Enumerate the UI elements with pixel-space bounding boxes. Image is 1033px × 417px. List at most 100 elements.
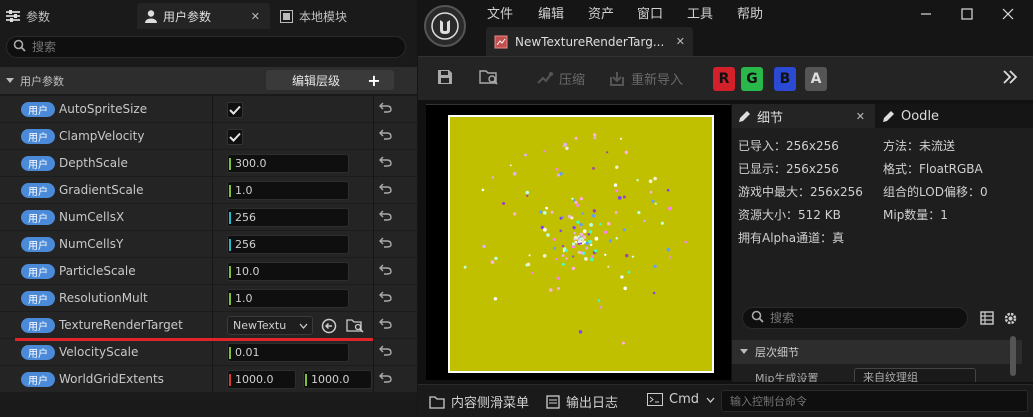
param-value-field[interactable]: 1.0 [227, 289, 349, 308]
mip-gen-label: Mip生成设置 [755, 372, 819, 382]
user-badge: 用户 [21, 291, 55, 306]
menu-window[interactable]: 窗口 [637, 3, 663, 22]
compress-label: 压缩 [559, 73, 586, 88]
param-value-field[interactable]: 0.01 [227, 343, 349, 362]
table-view-icon[interactable] [980, 311, 994, 328]
menu-edit[interactable]: 编辑 [538, 3, 564, 22]
content-drawer-button[interactable]: 内容侧滑菜单 [429, 392, 529, 411]
reset-to-default-icon[interactable] [379, 182, 392, 198]
search-input[interactable] [32, 40, 372, 54]
param-row[interactable]: 用户 ParticleScale 10.0 [0, 258, 417, 285]
tab-parameters[interactable]: 参数 [6, 3, 50, 29]
details-search[interactable] [742, 307, 968, 329]
menu-tools[interactable]: 工具 [687, 3, 713, 22]
param-row[interactable]: 用户 VelocityScale 0.01 [0, 339, 417, 366]
column-divider [212, 96, 213, 123]
close-icon[interactable]: ✕ [856, 110, 865, 123]
edit-hierarchy-button[interactable]: 编辑层级 [266, 70, 366, 90]
save-icon[interactable] [437, 69, 453, 85]
minimize-icon[interactable] [920, 8, 932, 24]
particle-dot [572, 255, 575, 258]
category-header[interactable]: 用户参数 编辑层级 + [0, 67, 417, 94]
use-selected-icon[interactable] [321, 318, 337, 337]
output-log-button[interactable]: 输出日志 [546, 392, 618, 411]
reset-to-default-icon[interactable] [379, 317, 392, 333]
reset-to-default-icon[interactable] [379, 155, 392, 171]
column-divider [373, 285, 374, 312]
reset-to-default-icon[interactable] [379, 101, 392, 117]
reimport-button[interactable]: 重新导入 [609, 69, 683, 88]
param-row[interactable]: 用户 GradientScale 1.0 [0, 177, 417, 204]
texture-viewport[interactable] [426, 104, 731, 380]
maximize-icon[interactable] [961, 8, 973, 24]
tab-user-parameters[interactable]: 用户参数 ✕ [137, 3, 270, 29]
collapse-arrow-icon[interactable] [6, 74, 14, 88]
param-y-field[interactable]: 1000.0 [303, 370, 372, 389]
column-divider [373, 123, 374, 150]
tab-oodle[interactable]: Oodle [882, 104, 939, 128]
channel-r-toggle[interactable]: R [713, 67, 735, 91]
browse-asset-icon[interactable] [346, 318, 364, 336]
param-value-field[interactable]: 256 [227, 235, 349, 254]
unreal-logo-icon[interactable] [424, 5, 466, 47]
param-row[interactable]: 用户 ResolutionMult 1.0 [0, 285, 417, 312]
tab-local-modules[interactable]: 本地模块 [280, 3, 347, 29]
channel-g-toggle[interactable]: G [741, 67, 763, 91]
column-divider [373, 339, 374, 366]
console-command-field[interactable] [721, 390, 1028, 412]
menu-asset[interactable]: 资产 [588, 3, 614, 22]
param-value-field[interactable]: 10.0 [227, 262, 349, 281]
param-row[interactable]: 用户 DepthScale 300.0 [0, 150, 417, 177]
menu-help[interactable]: 帮助 [737, 3, 763, 22]
param-row[interactable]: 用户 AutoSpriteSize [0, 96, 417, 123]
param-row[interactable]: 用户 NumCellsY 256 [0, 231, 417, 258]
reset-to-default-icon[interactable] [379, 263, 392, 279]
close-icon[interactable]: ✕ [676, 35, 685, 48]
channel-a-toggle[interactable]: A [805, 67, 827, 91]
param-x-field[interactable]: 1000.0 [227, 370, 296, 389]
param-checkbox[interactable] [227, 129, 243, 145]
column-divider [212, 177, 213, 204]
add-parameter-button[interactable]: + [354, 70, 394, 90]
mip-gen-dropdown[interactable]: 来自纹理组 [854, 368, 976, 382]
reset-to-default-icon[interactable] [379, 371, 392, 387]
cmd-dropdown[interactable]: Cmd [647, 392, 715, 407]
expand-toolbar-icon[interactable] [1002, 69, 1018, 85]
reset-to-default-icon[interactable] [379, 290, 392, 306]
param-row[interactable]: 用户 TextureRenderTarget NewTextu [0, 312, 417, 339]
channel-b-toggle[interactable]: B [774, 67, 796, 91]
particle-dot [565, 257, 568, 260]
tab-details[interactable]: 细节 ✕ [732, 104, 875, 128]
param-row[interactable]: 用户 ClampVelocity [0, 123, 417, 150]
details-scrollbar[interactable] [1010, 336, 1016, 376]
browse-asset-icon[interactable] [479, 69, 499, 85]
details-search-input[interactable] [770, 311, 950, 325]
reset-to-default-icon[interactable] [379, 236, 392, 252]
particle-dot [576, 203, 580, 208]
reset-to-default-icon[interactable] [379, 344, 392, 360]
param-checkbox[interactable] [227, 102, 243, 118]
gear-icon[interactable] [1003, 311, 1018, 329]
parameter-search[interactable] [6, 36, 406, 58]
param-value-field[interactable]: 1.0 [227, 181, 349, 200]
menu-file[interactable]: 文件 [487, 3, 513, 22]
close-icon[interactable]: ✕ [251, 10, 260, 23]
close-window-icon[interactable] [1002, 8, 1014, 24]
info-lod-bias: 组合的LOD偏移：0 [883, 185, 988, 199]
particle-dot [526, 194, 529, 197]
document-tab[interactable]: NewTextureRenderTarg... ✕ [486, 27, 693, 56]
param-row[interactable]: 用户 NumCellsX 256 [0, 204, 417, 231]
lod-section-header[interactable]: 层次细节 [732, 340, 1022, 364]
param-value-field[interactable]: 256 [227, 208, 349, 227]
asset-picker-dropdown[interactable]: NewTextu [227, 316, 313, 335]
content-drawer-label: 内容侧滑菜单 [451, 396, 530, 411]
compress-button[interactable]: 压缩 [535, 69, 585, 88]
reset-to-default-icon[interactable] [379, 128, 392, 144]
param-row[interactable]: 用户 WorldGridExtents 1000.0 1000.0 [0, 366, 417, 393]
particle-dot [587, 232, 591, 236]
param-value-field[interactable]: 300.0 [227, 154, 349, 173]
reset-to-default-icon[interactable] [379, 209, 392, 225]
console-command-input[interactable] [730, 394, 1020, 408]
particle-dot [582, 235, 587, 239]
sliders-icon [6, 10, 20, 22]
